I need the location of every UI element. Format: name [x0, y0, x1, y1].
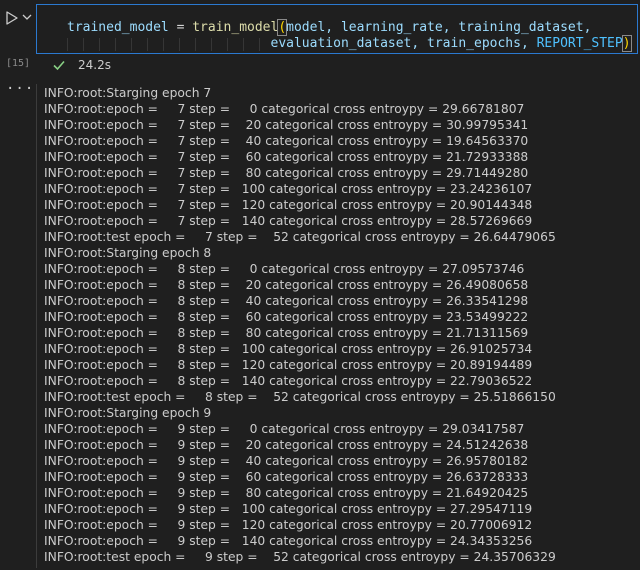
- output-line: INFO:root:epoch = 7 step = 140 categoric…: [44, 214, 533, 228]
- execution-duration: 24.2s: [78, 58, 111, 72]
- output-line: INFO:root:epoch = 9 step = 0 categorical…: [44, 422, 525, 436]
- code-line-1[interactable]: trained_model = train_model(model, learn…: [67, 19, 592, 36]
- output-line: INFO:root:epoch = 8 step = 20 categorica…: [44, 278, 529, 292]
- output-line: INFO:root:test epoch = 8 step = 52 categ…: [44, 390, 556, 404]
- output-line: INFO:root:epoch = 8 step = 0 categorical…: [44, 262, 525, 276]
- output-line: INFO:root:epoch = 9 step = 80 categorica…: [44, 486, 529, 500]
- output-line: INFO:root:epoch = 8 step = 100 categoric…: [44, 342, 533, 356]
- output-line: INFO:root:epoch = 9 step = 140 categoric…: [44, 534, 533, 548]
- output-line: INFO:root:test epoch = 7 step = 52 categ…: [44, 230, 556, 244]
- output-line: INFO:root:test epoch = 9 step = 52 categ…: [44, 550, 556, 564]
- ellipsis-icon[interactable]: ···: [6, 82, 34, 96]
- cell-output: INFO:root:Starging epoch 7 INFO:root:epoc…: [36, 84, 640, 568]
- output-line: INFO:root:epoch = 9 step = 20 categorica…: [44, 438, 529, 452]
- output-line: INFO:root:epoch = 7 step = 0 categorical…: [44, 102, 525, 116]
- output-line: INFO:root:epoch = 9 step = 40 categorica…: [44, 454, 529, 468]
- output-line: INFO:root:epoch = 8 step = 80 categorica…: [44, 326, 529, 340]
- code-function: train_model: [192, 20, 279, 35]
- output-line: INFO:root:epoch = 9 step = 120 categoric…: [44, 518, 533, 532]
- output-log: INFO:root:Starging epoch 7 INFO:root:epoc…: [44, 85, 556, 565]
- output-line: INFO:root:epoch = 9 step = 100 categoric…: [44, 502, 533, 516]
- output-line: INFO:root:Starging epoch 9: [44, 406, 212, 420]
- code-line-2[interactable]: evaluation_dataset, train_epochs, REPORT…: [67, 35, 632, 52]
- output-line: INFO:root:epoch = 9 step = 60 categorica…: [44, 470, 529, 484]
- code-open-paren: (: [277, 19, 288, 36]
- chevron-down-icon[interactable]: [22, 12, 32, 22]
- output-line: INFO:root:epoch = 7 step = 80 categorica…: [44, 166, 529, 180]
- output-line: INFO:root:epoch = 7 step = 60 categorica…: [44, 150, 529, 164]
- code-args: evaluation_dataset, train_epochs,: [270, 36, 537, 51]
- code-constant: REPORT_STEP: [536, 36, 623, 51]
- output-line: INFO:root:Starging epoch 8: [44, 246, 212, 260]
- play-icon[interactable]: [4, 10, 20, 26]
- output-line: INFO:root:epoch = 8 step = 60 categorica…: [44, 310, 529, 324]
- code-args: model, learning_rate, training_dataset,: [286, 20, 592, 35]
- code-close-paren: ): [621, 35, 632, 52]
- cell-status: 24.2s: [36, 56, 638, 74]
- output-line: INFO:root:epoch = 8 step = 120 categoric…: [44, 358, 533, 372]
- cell-gutter: [15]: [0, 0, 36, 82]
- output-line: INFO:root:epoch = 7 step = 120 categoric…: [44, 198, 533, 212]
- code-variable: trained_model: [67, 20, 169, 35]
- code-operator: =: [168, 20, 193, 35]
- output-border: [36, 84, 37, 568]
- execution-count: [15]: [6, 58, 31, 69]
- output-line: INFO:root:Starging epoch 7: [44, 86, 212, 100]
- output-line: INFO:root:epoch = 8 step = 140 categoric…: [44, 374, 533, 388]
- code-editor[interactable]: trained_model = train_model(model, learn…: [36, 4, 638, 54]
- output-line: INFO:root:epoch = 8 step = 40 categorica…: [44, 294, 529, 308]
- output-line: INFO:root:epoch = 7 step = 20 categorica…: [44, 118, 529, 132]
- output-line: INFO:root:epoch = 7 step = 40 categorica…: [44, 134, 529, 148]
- output-line: INFO:root:epoch = 7 step = 100 categoric…: [44, 182, 533, 196]
- check-icon: [53, 60, 65, 71]
